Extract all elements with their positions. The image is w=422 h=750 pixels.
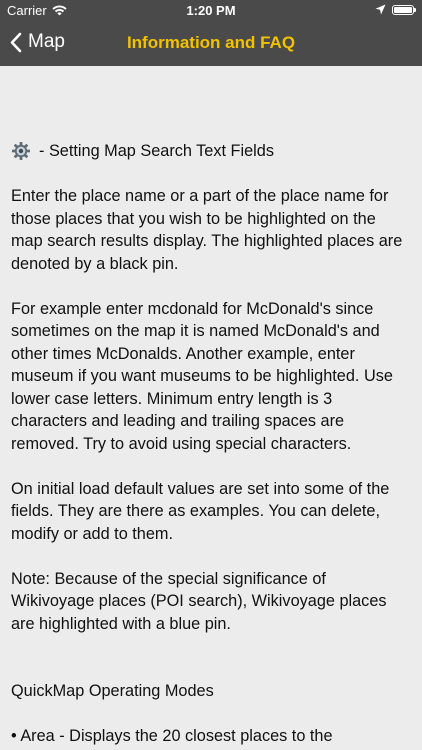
- location-arrow-icon: [375, 4, 386, 15]
- status-bar: Carrier 1:20 PM: [0, 0, 422, 22]
- page-title: Information and FAQ: [0, 33, 422, 53]
- battery-icon: [392, 4, 416, 15]
- section-heading: - Setting Map Search Text Fields: [11, 140, 410, 163]
- paragraph: Note: Because of the special significanc…: [11, 569, 387, 633]
- modes-heading: QuickMap Operating Modes: [11, 682, 214, 700]
- faq-content[interactable]: - Setting Map Search Text Fields Enter t…: [0, 66, 422, 750]
- navigation-bar: Map Information and FAQ: [0, 22, 422, 66]
- paragraph: Enter the place name or a part of the pl…: [11, 187, 403, 273]
- paragraph: For example enter mcdonald for McDonald'…: [11, 299, 393, 453]
- page-title-text: Information and FAQ: [126, 33, 296, 52]
- status-time: 1:20 PM: [186, 3, 236, 18]
- section-title: - Setting Map Search Text Fields: [39, 142, 274, 160]
- gear-icon: [11, 141, 31, 161]
- status-right-icons: [375, 4, 416, 15]
- paragraph: On initial load default values are set i…: [11, 479, 390, 543]
- list-item: • Area - Displays the 20 closest places …: [11, 727, 333, 745]
